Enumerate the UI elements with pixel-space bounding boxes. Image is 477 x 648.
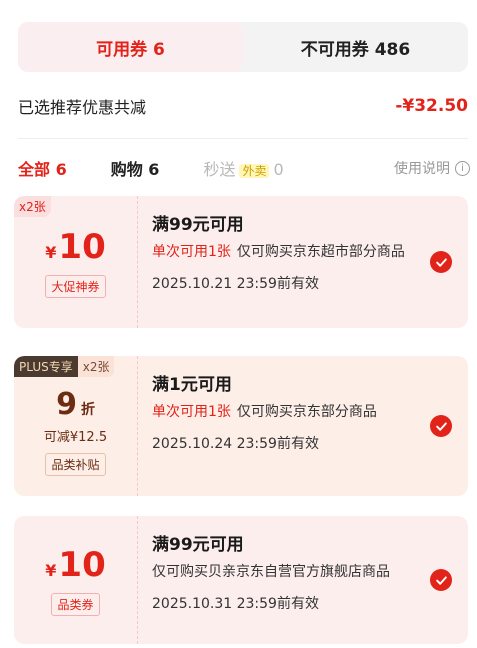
coupon-tab-switcher: 可用券 6 不可用券 486	[18, 22, 468, 72]
discount-rate: 9 折	[56, 387, 95, 422]
tab-unavailable-coupons[interactable]: 不可用券 486	[243, 22, 468, 72]
currency-symbol: ¥	[45, 560, 57, 580]
coupon-expiry: 2025.10.31 23:59前有效	[152, 596, 319, 612]
selected-check-icon[interactable]	[430, 569, 452, 591]
coupon-amount: ¥ 10	[45, 545, 105, 585]
filter-instant-delivery[interactable]: 秒送 外卖 0	[203, 156, 283, 180]
coupon-title: 满99元可用	[152, 215, 244, 235]
discount-value: 9	[56, 386, 77, 422]
divider	[18, 138, 468, 139]
coupon-description: 单次可用1张 仅可购买京东部分商品	[152, 401, 428, 423]
discount-summary: 已选推荐优惠共减 -¥32.50	[18, 94, 468, 118]
coupon-value-panel: x2张 ¥ 10 大促神券	[14, 196, 138, 328]
usage-limit: 单次可用1张	[152, 404, 231, 420]
coupon-description: 仅可购买贝亲京东自营官方旗舰店商品	[152, 564, 390, 580]
plus-member-tag: PLUS专享 x2张	[14, 356, 115, 377]
info-icon: i	[455, 160, 470, 176]
usage-limit: 单次可用1张	[152, 244, 231, 260]
selected-check-icon[interactable]	[430, 415, 452, 437]
coupon-value-panel: ¥ 10 品类券	[14, 516, 138, 644]
takeout-tag: 外卖	[239, 164, 270, 178]
max-saving: 可减¥12.5	[43, 429, 108, 445]
category-filter-bar: 全部 6 购物 6 秒送 外卖 0 使用说明 i	[18, 156, 470, 180]
coupon-description: 单次可用1张 仅可购买京东超市部分商品	[152, 241, 428, 263]
scope-text: 仅可购买京东部分商品	[236, 404, 377, 420]
coupon-expiry: 2025.10.24 23:59前有效	[152, 436, 319, 452]
tab-available-coupons[interactable]: 可用券 6	[18, 22, 243, 72]
quantity-tag: x2张	[77, 356, 115, 377]
filter-instant-count: 0	[273, 160, 284, 179]
coupon-card[interactable]: ¥ 10 品类券 满99元可用 仅可购买贝亲京东自营官方旗舰店商品 2025.1…	[14, 516, 468, 644]
amount-value: 10	[58, 544, 106, 585]
coupon-type-badge: 品类补贴	[45, 452, 106, 476]
amount-value: 10	[58, 226, 106, 267]
coupon-expiry: 2025.10.21 23:59前有效	[152, 276, 319, 292]
filter-instant-label: 秒送	[203, 160, 236, 179]
coupon-amount: ¥ 10	[45, 227, 105, 267]
filter-shopping[interactable]: 购物 6	[111, 156, 160, 180]
coupon-title: 满1元可用	[152, 375, 232, 395]
filter-all[interactable]: 全部 6	[18, 156, 67, 180]
plus-label: PLUS专享	[14, 356, 78, 377]
coupon-card[interactable]: PLUS专享 x2张 9 折 可减¥12.5 品类补贴 满1元可用 单次可用1张…	[14, 356, 468, 496]
coupon-card[interactable]: x2张 ¥ 10 大促神券 满99元可用 单次可用1张 仅可购买京东超市部分商品 …	[14, 196, 468, 328]
coupon-type-badge: 大促神券	[45, 274, 106, 298]
discount-unit: 折	[80, 401, 95, 418]
coupon-details: 满1元可用 单次可用1张 仅可购买京东部分商品 2025.10.24 23:59前…	[138, 356, 468, 496]
quantity-tag: x2张	[14, 196, 51, 217]
coupon-details: 满99元可用 单次可用1张 仅可购买京东超市部分商品 2025.10.21 23:…	[138, 196, 468, 328]
coupon-details: 满99元可用 仅可购买贝亲京东自营官方旗舰店商品 2025.10.31 23:5…	[138, 516, 468, 644]
coupon-title: 满99元可用	[152, 535, 244, 555]
scope-text: 仅可购买京东超市部分商品	[236, 244, 405, 260]
coupon-type-badge: 品类券	[51, 592, 100, 616]
summary-discount-value: -¥32.50	[395, 96, 468, 116]
usage-help-label: 使用说明	[394, 161, 450, 177]
currency-symbol: ¥	[45, 242, 57, 262]
usage-help-link[interactable]: 使用说明 i	[394, 156, 470, 180]
coupon-value-panel: PLUS专享 x2张 9 折 可减¥12.5 品类补贴	[14, 356, 138, 496]
selected-check-icon[interactable]	[430, 251, 452, 273]
summary-label: 已选推荐优惠共减	[18, 98, 147, 117]
